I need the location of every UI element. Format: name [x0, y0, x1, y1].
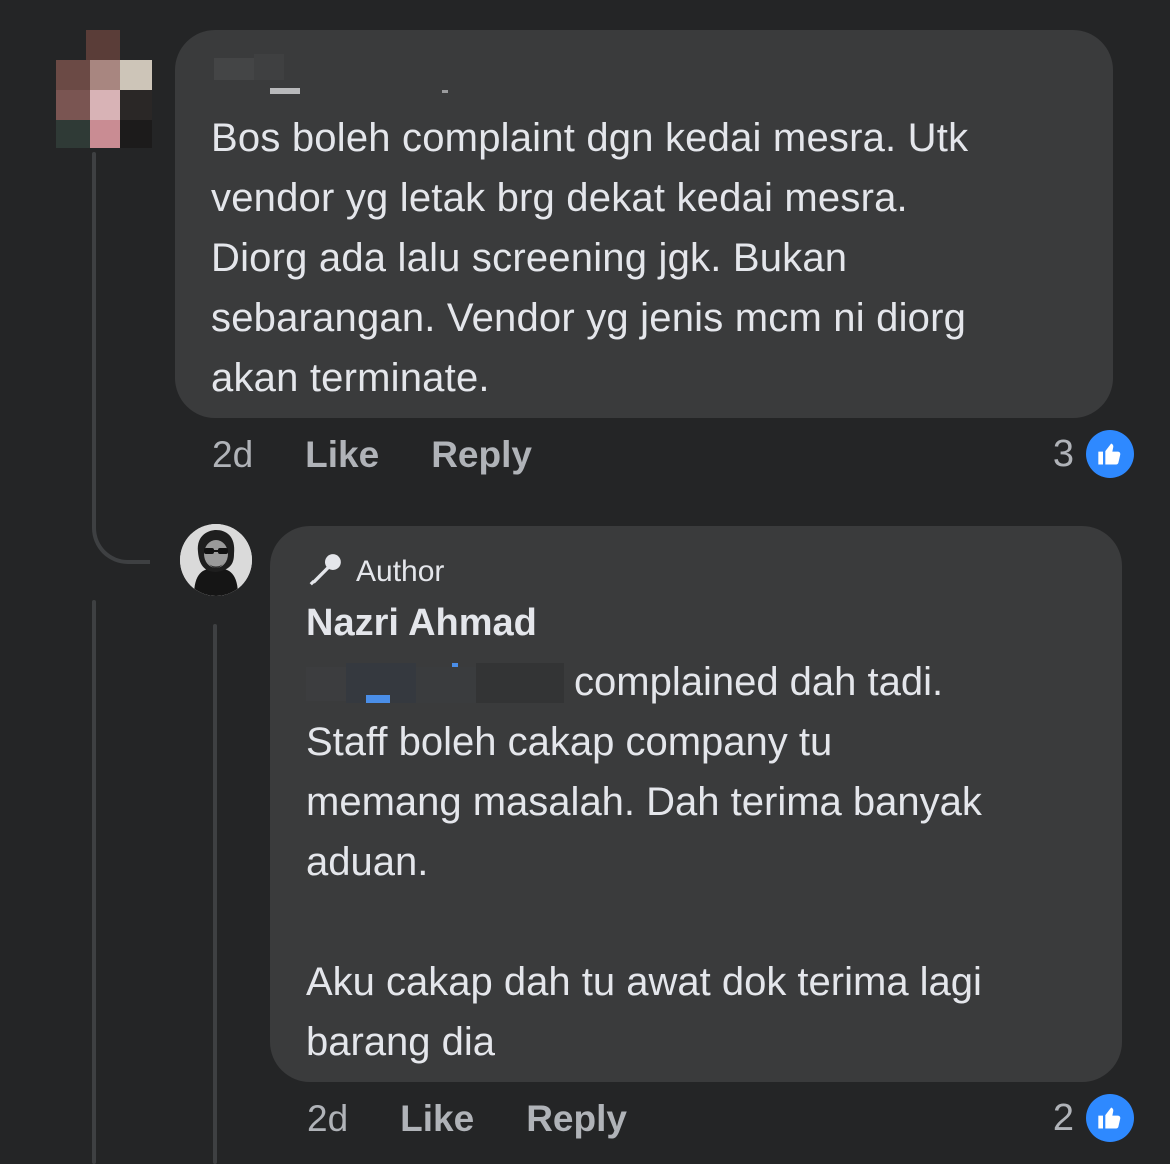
comment-text: Bos boleh complaint dgn kedai mesra. Utk… — [211, 116, 969, 400]
avatar-redacted[interactable] — [56, 30, 152, 148]
mention-redacted[interactable] — [306, 663, 564, 705]
commenter-name[interactable]: Nazri Ahmad — [306, 598, 1086, 648]
thread-line — [213, 624, 217, 1164]
author-label: Author — [356, 555, 445, 588]
comment-actions: 2d Like Reply — [307, 1098, 679, 1140]
like-button[interactable]: Like — [400, 1098, 474, 1140]
comment-text: complained dah tadi. Staff boleh cakap c… — [306, 652, 1086, 1072]
thread-connector — [92, 480, 150, 564]
comment-body: complained dah tadi. Staff boleh cakap c… — [306, 660, 982, 1064]
like-icon — [1086, 1094, 1134, 1142]
thread-line — [92, 600, 96, 1164]
comment-timestamp[interactable]: 2d — [212, 434, 253, 476]
commenter-name-redacted[interactable] — [214, 50, 454, 98]
reply-button[interactable]: Reply — [431, 434, 532, 476]
thread-line — [92, 152, 96, 512]
reaction-count: 3 — [1052, 432, 1074, 475]
reply-button[interactable]: Reply — [526, 1098, 627, 1140]
avatar[interactable] — [180, 524, 252, 596]
reaction-count: 2 — [1052, 1096, 1074, 1139]
comment-bubble[interactable]: Author Nazri Ahmad complained dah tadi. … — [270, 526, 1122, 1082]
microphone-icon — [306, 551, 344, 594]
comment-timestamp[interactable]: 2d — [307, 1098, 348, 1140]
author-badge: Author — [306, 552, 1086, 592]
comment-thread: Bos boleh complaint dgn kedai mesra. Utk… — [0, 0, 1170, 1164]
like-icon — [1086, 430, 1134, 478]
reaction-summary[interactable]: 2 — [1053, 1094, 1134, 1142]
like-button[interactable]: Like — [305, 434, 379, 476]
reaction-summary[interactable]: 3 — [1053, 430, 1134, 478]
comment-actions: 2d Like Reply — [212, 434, 584, 476]
